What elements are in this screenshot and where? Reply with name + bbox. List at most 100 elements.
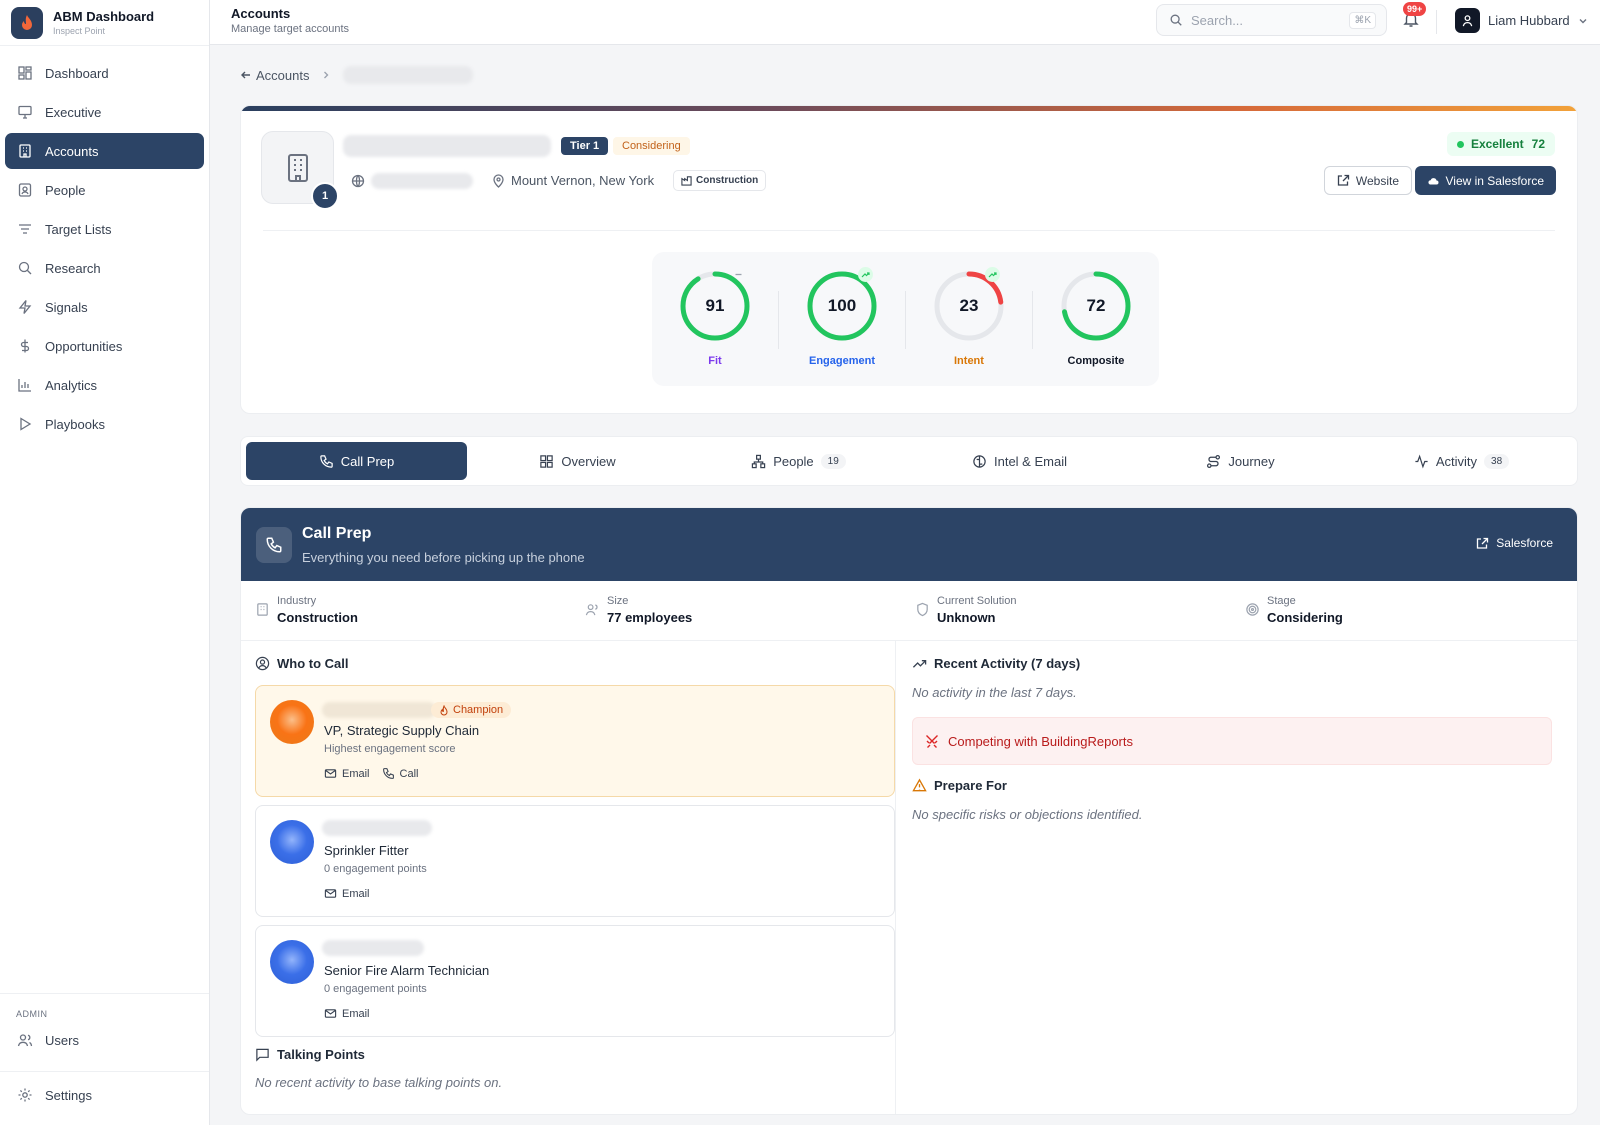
- sidebar-item-opportunities[interactable]: Opportunities: [5, 328, 204, 364]
- location-text: Mount Vernon, New York: [511, 173, 655, 188]
- phone-icon: [256, 527, 292, 563]
- action-label: Call: [399, 767, 419, 780]
- mail-icon: [324, 769, 337, 778]
- sidebar-item-dashboard[interactable]: Dashboard: [5, 55, 204, 91]
- fact-label: Size: [607, 595, 629, 607]
- phone-icon: [320, 454, 333, 468]
- stage-badge: Considering: [613, 137, 690, 155]
- brand-title: ABM Dashboard: [53, 9, 155, 24]
- contact-title: Sprinkler Fitter: [324, 843, 409, 858]
- bar-chart-icon: [18, 379, 31, 392]
- sidebar-item-research[interactable]: Research: [5, 250, 204, 286]
- fact-current-solution: Current Solution Unknown: [901, 581, 1231, 640]
- sidebar-item-people[interactable]: People: [5, 172, 204, 208]
- call-prep-subtitle: Everything you need before picking up th…: [302, 550, 585, 565]
- tab-label: People: [773, 453, 814, 469]
- sidebar-item-label: Research: [45, 260, 101, 276]
- search-icon: [18, 261, 32, 275]
- sidebar-item-executive[interactable]: Executive: [5, 94, 204, 130]
- users-icon: [17, 1034, 33, 1047]
- heading-text: Prepare For: [934, 778, 1007, 793]
- building-icon: [19, 144, 31, 158]
- mail-icon: [324, 889, 337, 898]
- gear-icon: [18, 1088, 32, 1102]
- arrow-left-icon[interactable]: [240, 69, 252, 81]
- tab-people[interactable]: People 19: [688, 442, 909, 480]
- fact-label: Industry: [277, 595, 317, 607]
- fact-label: Stage: [1267, 595, 1296, 607]
- monitor-icon: [18, 105, 32, 119]
- account-location: Mount Vernon, New York: [492, 173, 654, 188]
- tab-call-prep[interactable]: Call Prep: [246, 442, 467, 480]
- tab-label: Intel & Email: [994, 453, 1067, 469]
- website-button[interactable]: Website: [1323, 166, 1412, 195]
- map-pin-icon: [493, 173, 504, 188]
- sidebar-item-playbooks[interactable]: Playbooks: [5, 406, 204, 442]
- score-engagement: 100 Engagement: [779, 267, 905, 367]
- flame-icon: [440, 704, 448, 715]
- call-action[interactable]: Call: [382, 767, 419, 780]
- contact-actions: Email Call: [324, 767, 418, 780]
- alert-triangle-icon: [912, 778, 927, 792]
- play-icon: [20, 417, 32, 431]
- avatar: [270, 820, 314, 864]
- flame-logo-icon: [11, 6, 43, 39]
- health-badge: Excellent 72: [1446, 132, 1555, 156]
- industry-badge: Construction: [673, 170, 767, 191]
- engagement-score-label: Engagement: [808, 355, 875, 367]
- tab-overview[interactable]: Overview: [467, 442, 688, 480]
- sidebar-item-users[interactable]: Users: [5, 1022, 204, 1058]
- shield-icon: [917, 602, 928, 617]
- dollar-icon: [20, 339, 30, 353]
- divider: [263, 230, 1555, 231]
- brand-subtitle: Inspect Point: [53, 26, 106, 36]
- tab-journey[interactable]: Journey: [1130, 442, 1351, 480]
- sidebar-item-label: Accounts: [45, 143, 99, 159]
- recent-activity-empty: No activity in the last 7 days.: [912, 685, 1077, 700]
- sidebar-item-signals[interactable]: Signals: [5, 289, 204, 325]
- fact-value: Unknown: [937, 610, 996, 625]
- action-label: Email: [342, 1007, 370, 1020]
- contact-card[interactable]: Sprinkler Fitter 0 engagement points Ema…: [255, 805, 895, 917]
- contact-card-champion[interactable]: Champion VP, Strategic Supply Chain High…: [255, 685, 895, 797]
- search-input[interactable]: Search... ⌘K: [1156, 4, 1387, 36]
- domain-redacted[interactable]: [371, 173, 473, 189]
- fact-label: Current Solution: [937, 595, 1017, 607]
- salesforce-link-label: Salesforce: [1496, 536, 1553, 550]
- email-action[interactable]: Email: [324, 1007, 370, 1020]
- admin-label: ADMIN: [16, 1009, 48, 1019]
- sidebar-item-analytics[interactable]: Analytics: [5, 367, 204, 403]
- tab-label: Journey: [1228, 453, 1275, 469]
- message-square-icon: [256, 1048, 269, 1062]
- trending-up-icon: [912, 660, 927, 668]
- sidebar: ABM Dashboard Inspect Point Dashboard Ex…: [0, 0, 210, 1125]
- tab-label: Call Prep: [340, 453, 395, 469]
- notification-badge: 99+: [1403, 2, 1427, 16]
- heading-text: Talking Points: [277, 1047, 365, 1062]
- sidebar-item-label: Signals: [45, 299, 88, 315]
- email-action[interactable]: Email: [324, 767, 370, 780]
- route-icon: [1207, 454, 1221, 468]
- factory-icon: [681, 176, 692, 186]
- score-intent: 23 Intent: [906, 267, 1032, 367]
- account-facts: Industry Construction Size 77 employees Cu…: [241, 581, 1577, 641]
- brain-icon: [973, 454, 986, 468]
- tab-activity[interactable]: Activity 38: [1351, 442, 1572, 480]
- tab-intel-email[interactable]: Intel & Email: [909, 442, 1130, 480]
- breadcrumb-accounts-link[interactable]: Accounts: [256, 68, 309, 83]
- contact-name-redacted: [322, 702, 436, 718]
- email-action[interactable]: Email: [324, 887, 370, 900]
- view-in-salesforce-button[interactable]: View in Salesforce: [1414, 166, 1556, 195]
- action-label: Email: [342, 767, 370, 780]
- composite-score-value: 72: [1086, 296, 1106, 315]
- contact-card[interactable]: Senior Fire Alarm Technician 0 engagemen…: [255, 925, 895, 1037]
- user-menu[interactable]: Liam Hubbard: [1455, 8, 1588, 33]
- sidebar-item-target-lists[interactable]: Target Lists: [5, 211, 204, 247]
- fact-stage: Stage Considering: [1231, 581, 1561, 640]
- sidebar-item-settings[interactable]: Settings: [5, 1077, 204, 1113]
- sidebar-item-accounts[interactable]: Accounts: [5, 133, 204, 169]
- breadcrumb: Accounts: [240, 66, 474, 84]
- phone-icon: [382, 768, 394, 779]
- salesforce-link[interactable]: Salesforce: [1476, 536, 1553, 550]
- cloud-icon: [1427, 177, 1438, 184]
